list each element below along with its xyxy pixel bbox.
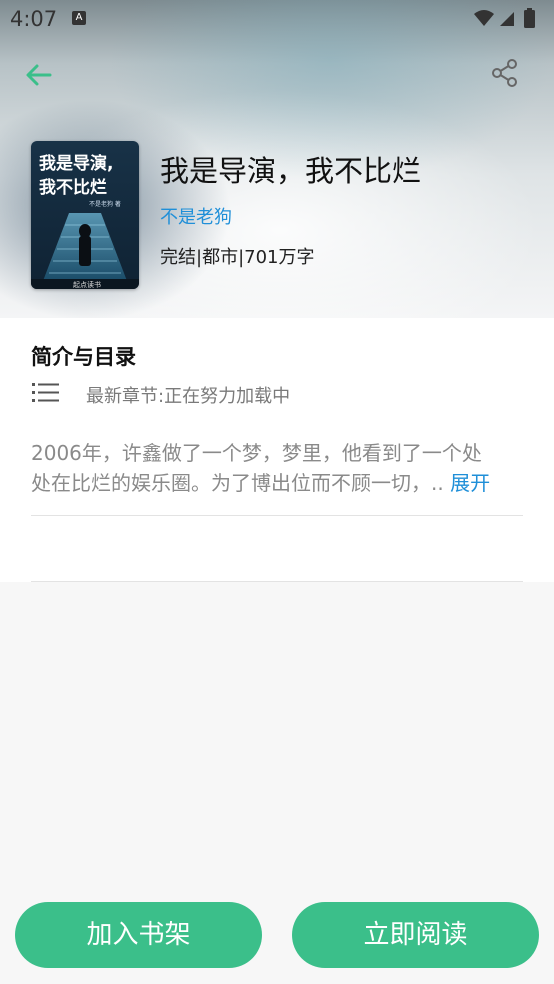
arrow-left-icon [26,64,52,86]
cover-title-2: 我不比烂 [39,178,107,198]
add-to-shelf-button[interactable]: 加入书架 [15,902,262,968]
divider [31,581,523,582]
list-icon[interactable] [32,381,60,405]
signal-battery-icons [474,8,535,28]
cover-author: 不是老狗 著 [89,201,121,208]
book-title: 我是导演，我不比烂 [160,154,422,188]
author-link[interactable]: 不是老狗 [160,203,232,229]
summary-line-2: 处在比烂的娱乐圈。为了博出位而不顾一切，.. 展开 [31,468,531,498]
divider [31,515,523,516]
share-button[interactable] [490,58,520,88]
status-time: 4:07 [10,7,58,31]
share-icon [492,59,517,87]
latest-chapter[interactable]: 最新章节:正在努力加载中 [86,382,290,408]
notification-icon: A [72,11,86,25]
expand-link[interactable]: 展开 [450,471,490,495]
cover-title-1: 我是导演, [39,154,114,174]
summary-line-2-text: 处在比烂的娱乐圈。为了博出位而不顾一切，.. [31,471,444,495]
book-summary: 2006年，许鑫做了一个梦，梦里，他看到了一个处 处在比烂的娱乐圈。为了博出位而… [31,438,531,498]
back-button[interactable] [22,58,56,92]
book-header: 4:07 A 我是导演, 我不比烂 不是老狗 著 起点读书 我是导演，我不比烂 … [0,0,554,318]
section-title: 简介与目录 [31,345,136,369]
status-bar: 4:07 A [0,0,554,38]
book-meta: 完结|都市|701万字 [160,247,315,268]
book-cover[interactable]: 我是导演, 我不比烂 不是老狗 著 起点读书 [31,141,139,289]
intro-card: 简介与目录 最新章节:正在努力加载中 2006年，许鑫做了一个梦，梦里，他看到了… [0,318,554,582]
summary-line-1: 2006年，许鑫做了一个梦，梦里，他看到了一个处 [31,441,482,465]
read-now-button[interactable]: 立即阅读 [292,902,539,968]
cover-publisher: 起点读书 [73,281,101,289]
